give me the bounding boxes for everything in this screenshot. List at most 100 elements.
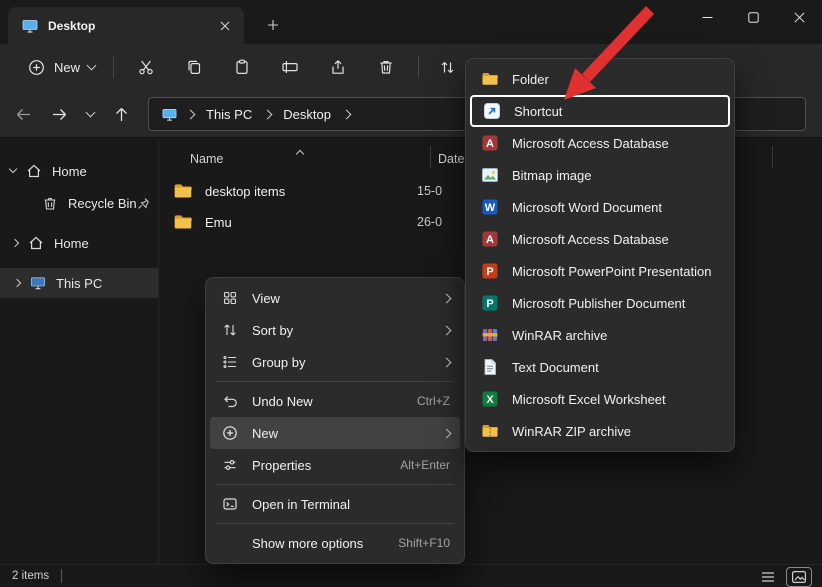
- context-menu-item-sort-by[interactable]: Sort by: [210, 314, 460, 346]
- chevron-right-icon: [263, 109, 273, 119]
- submenu-item-bitmap-image[interactable]: Bitmap image: [470, 159, 730, 191]
- submenu-item-publisher-document[interactable]: P Microsoft Publisher Document: [470, 287, 730, 319]
- sidebar-item-recycle-bin[interactable]: Recycle Bin: [0, 188, 158, 218]
- submenu-item-label: Folder: [512, 72, 720, 87]
- minimize-button[interactable]: [684, 0, 730, 34]
- submenu-item-powerpoint-presentation[interactable]: P Microsoft PowerPoint Presentation: [470, 255, 730, 287]
- zip-icon: [480, 422, 500, 440]
- folder-icon: [173, 181, 193, 201]
- sidebar-item-home-2[interactable]: Home: [0, 228, 158, 258]
- context-menu-item-properties[interactable]: Properties Alt+Enter: [210, 449, 460, 481]
- submenu-item-excel-worksheet[interactable]: X Microsoft Excel Worksheet: [470, 383, 730, 415]
- submenu-item-label: WinRAR ZIP archive: [512, 424, 720, 439]
- rename-button[interactable]: [269, 50, 311, 84]
- chevron-right-icon: [13, 279, 21, 287]
- share-icon: [329, 58, 347, 76]
- chevron-down-icon: [85, 107, 95, 117]
- undo-icon: [220, 393, 240, 409]
- menu-item-label: Sort by: [252, 323, 431, 338]
- column-header-name[interactable]: Name: [190, 152, 223, 166]
- titlebar: Desktop: [0, 0, 822, 44]
- up-button[interactable]: [104, 97, 138, 131]
- menu-separator: [216, 381, 454, 382]
- context-menu-item-group-by[interactable]: Group by: [210, 346, 460, 378]
- submenu-item-label: Microsoft PowerPoint Presentation: [512, 264, 720, 279]
- home-icon: [24, 163, 44, 179]
- copy-icon: [185, 58, 203, 76]
- sidebar-item-this-pc[interactable]: This PC: [0, 268, 158, 298]
- sidebar-item-label: Home: [52, 164, 87, 179]
- submenu-item-label: Bitmap image: [512, 168, 720, 183]
- breadcrumb-desktop[interactable]: Desktop: [279, 105, 335, 124]
- large-icons-view-button[interactable]: [786, 567, 812, 587]
- details-view-button[interactable]: [756, 568, 780, 586]
- group-list-icon: [220, 354, 240, 370]
- powerpoint-icon: P: [480, 262, 500, 280]
- recent-locations-button[interactable]: [78, 97, 102, 131]
- item-count-label: 2 items: [12, 570, 49, 582]
- delete-button[interactable]: [365, 50, 407, 84]
- chevron-right-icon: [442, 325, 452, 335]
- submenu-item-access-database-2[interactable]: A Microsoft Access Database: [470, 223, 730, 255]
- new-button[interactable]: New: [16, 51, 105, 83]
- submenu-item-folder[interactable]: Folder: [470, 63, 730, 95]
- submenu-item-label: Microsoft Publisher Document: [512, 296, 720, 311]
- toolbar-divider: [113, 56, 114, 78]
- submenu-item-word-document[interactable]: W Microsoft Word Document: [470, 191, 730, 223]
- sidebar-item-home[interactable]: Home: [0, 156, 158, 186]
- context-menu: View Sort by Group by Undo New Ctrl+Z: [205, 277, 465, 564]
- menu-item-shortcut: Ctrl+Z: [417, 394, 450, 408]
- share-button[interactable]: [317, 50, 359, 84]
- access-icon: A: [480, 230, 500, 248]
- context-menu-item-open-in-terminal[interactable]: Open in Terminal: [210, 488, 460, 520]
- context-menu-item-new[interactable]: New: [210, 417, 460, 449]
- breadcrumb-this-pc[interactable]: This PC: [202, 105, 256, 124]
- context-menu-item-show-more-options[interactable]: Show more options Shift+F10: [210, 527, 460, 559]
- word-icon: W: [480, 198, 500, 216]
- paste-button[interactable]: [221, 50, 263, 84]
- context-menu-item-view[interactable]: View: [210, 282, 460, 314]
- bitmap-icon: [480, 166, 500, 184]
- paste-icon: [233, 58, 251, 76]
- file-date-label: 15-0: [417, 184, 442, 198]
- menu-item-label: Undo New: [252, 394, 405, 409]
- this-pc-small-icon: [159, 107, 179, 122]
- plus-circle-icon: [26, 59, 46, 76]
- pin-icon: [137, 197, 150, 210]
- cut-button[interactable]: [125, 50, 167, 84]
- submenu-item-winrar-zip-archive[interactable]: WinRAR ZIP archive: [470, 415, 730, 447]
- submenu-item-winrar-archive[interactable]: WinRAR archive: [470, 319, 730, 351]
- publisher-icon: P: [480, 294, 500, 312]
- sidebar-item-label: Recycle Bin: [68, 196, 137, 211]
- tab-close-icon[interactable]: [212, 13, 238, 39]
- submenu-item-access-database[interactable]: A Microsoft Access Database: [470, 127, 730, 159]
- forward-button[interactable]: [42, 97, 76, 131]
- back-button[interactable]: [6, 97, 40, 131]
- properties-sliders-icon: [220, 457, 240, 473]
- monitor-icon: [28, 275, 48, 291]
- menu-item-label: Properties: [252, 458, 388, 473]
- column-divider[interactable]: [772, 146, 773, 168]
- submenu-item-shortcut[interactable]: Shortcut: [470, 95, 730, 127]
- desktop-tab-icon: [20, 18, 40, 34]
- maximize-button[interactable]: [730, 0, 776, 34]
- close-button[interactable]: [776, 0, 822, 34]
- chevron-down-icon: [87, 60, 97, 70]
- column-header-date[interactable]: Date: [438, 152, 464, 166]
- new-tab-button[interactable]: [260, 12, 286, 38]
- menu-item-label: New: [252, 426, 431, 441]
- column-divider[interactable]: [430, 146, 431, 168]
- winrar-icon: [480, 326, 500, 344]
- copy-button[interactable]: [173, 50, 215, 84]
- submenu-item-text-document[interactable]: Text Document: [470, 351, 730, 383]
- menu-item-label: Group by: [252, 355, 431, 370]
- explorer-tab[interactable]: Desktop: [8, 7, 244, 44]
- context-menu-item-undo-new[interactable]: Undo New Ctrl+Z: [210, 385, 460, 417]
- svg-text:A: A: [486, 234, 494, 246]
- menu-item-label: View: [252, 291, 431, 306]
- sort-ascending-indicator: [296, 150, 304, 158]
- status-bar: 2 items: [0, 564, 822, 587]
- svg-text:P: P: [486, 298, 493, 310]
- folder-icon: [173, 212, 193, 232]
- svg-text:P: P: [486, 266, 493, 278]
